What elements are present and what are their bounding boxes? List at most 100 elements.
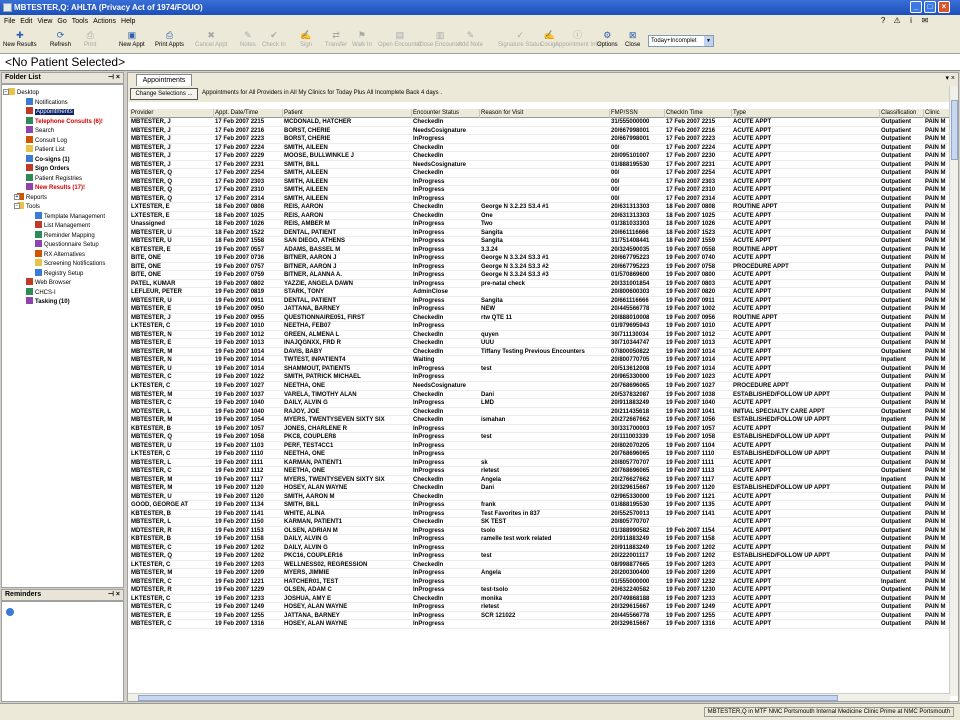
menu-help[interactable]: Help	[121, 18, 135, 25]
table-row[interactable]: MBTESTER, U 18 Feb 2007 1558 SAN DIEGO, AT…	[130, 237, 956, 246]
table-row[interactable]: MBTESTER, C 19 Feb 2007 1249 HOSEY, ALAN W…	[130, 603, 956, 612]
toolbar-sign-button[interactable]: ✍ Sign	[300, 30, 312, 53]
table-row[interactable]: MBTESTER, U 19 Feb 2007 1103 PERF, TEST4CC…	[130, 442, 956, 451]
table-row[interactable]: LEFLEUR, PETER 19 Feb 2007 0819 STARK, TON…	[130, 288, 956, 297]
folder-item-rx-alternatives[interactable]: RX Alternatives	[35, 249, 85, 259]
table-row[interactable]: MBTESTER, M 19 Feb 2007 1209 MYERS, JIMMIE…	[130, 569, 956, 578]
tab-close-icon[interactable]: ▾ ×	[945, 74, 955, 82]
table-row[interactable]: LKTESTER, C 19 Feb 2007 1203 WELLNESS02, R…	[130, 561, 956, 570]
toolbar-refresh-button[interactable]: ⟳ Refresh	[50, 30, 71, 53]
message-icon[interactable]: ✉	[920, 16, 930, 26]
folder-item-tools[interactable]: Tools	[17, 202, 40, 211]
table-row[interactable]: GOOD, GEORGE AT 19 Feb 2007 1134 SMITH, BI…	[130, 501, 956, 510]
table-row[interactable]: KBTESTER, B 19 Feb 2007 1141 WHITE, ALINA I…	[130, 510, 956, 519]
toolbar-signature-status-button[interactable]: ✓ Signature Status	[498, 30, 542, 53]
menu-file[interactable]: File	[4, 18, 15, 25]
table-row[interactable]: MBTESTER, Q 19 Feb 2007 1202 PKC16, COUPLE…	[130, 552, 956, 561]
folder-item-new-results-17[interactable]: New Results (17)!	[26, 183, 85, 192]
column-header-reason-for-visit[interactable]: Reason for Visit	[480, 109, 610, 118]
column-header-patient[interactable]: Patient	[283, 109, 412, 118]
table-row[interactable]: MBTESTER, L 19 Feb 2007 1111 KARMAN, PATIE…	[130, 459, 956, 468]
vertical-scrollbar[interactable]	[949, 86, 958, 696]
close-window-button[interactable]: ×	[938, 1, 950, 13]
table-row[interactable]: LXTESTER, E 18 Feb 2007 1025 REIS, AARON Ch…	[130, 212, 956, 221]
table-row[interactable]: MBTESTER, C 19 Feb 2007 1040 DAILY, ALVIN …	[130, 399, 956, 408]
appointment-filter-select[interactable]: Today+Incomplet ▼	[648, 35, 714, 47]
table-row[interactable]: BITE, ONE 19 Feb 2007 0757 BITNER, AARON J…	[130, 263, 956, 272]
folder-item-screening-notifications[interactable]: Screening Notifications	[35, 259, 105, 268]
folder-item-tasking-10[interactable]: Tasking (10)	[26, 297, 70, 306]
table-row[interactable]: MBTESTER, Q 17 Feb 2007 2314 SMITH, AILEEN…	[130, 195, 956, 204]
tree-expander-icon[interactable]: −	[3, 89, 9, 95]
folder-item-search[interactable]: Search	[26, 126, 54, 135]
table-row[interactable]: BITE, ONE 19 Feb 2007 0736 BITNER, AARON J…	[130, 254, 956, 263]
folder-item-patient-registries[interactable]: Patient Registries	[26, 173, 82, 183]
menu-actions[interactable]: Actions	[93, 18, 116, 25]
table-row[interactable]: Unassigned 18 Feb 2007 1026 REIS, AMBER M I…	[130, 220, 956, 229]
toolbar-appt-info-button[interactable]: ⓘ Appointment Info	[555, 30, 600, 53]
table-row[interactable]: MBTESTER, J 19 Feb 2007 0955 QUESTIONNAIRE…	[130, 314, 956, 323]
folder-item-chcs-i[interactable]: CHCS-I	[26, 287, 56, 297]
menu-view[interactable]: View	[37, 18, 52, 25]
table-row[interactable]: MBTESTER, M 19 Feb 2007 1120 HOSEY, ALAN W…	[130, 484, 956, 493]
table-row[interactable]: PATEL, KUMAR 19 Feb 2007 0802 YAZZIE, ANGE…	[130, 280, 956, 289]
column-header-fmp-ssn[interactable]: FMP/SSN	[610, 109, 665, 118]
folder-item-co-signs-1[interactable]: Co-signs (1)	[26, 154, 70, 164]
column-header-appt-date-time[interactable]: Appt. Date/Time	[214, 109, 283, 118]
info-icon[interactable]: i	[906, 16, 916, 26]
title-bar[interactable]: MBTESTER,Q: AHLTA (Privacy Act of 1974/F…	[0, 0, 960, 15]
folder-item-reports[interactable]: Reports	[17, 192, 47, 202]
folder-item-registry-setup[interactable]: Registry Setup	[35, 268, 83, 278]
table-row[interactable]: LKTESTER, C 19 Feb 2007 1233 JOSHUA, AMY E…	[130, 595, 956, 604]
toolbar-new-appt-button[interactable]: ▣ New Appt	[119, 30, 145, 53]
reminder-globe-icon[interactable]	[6, 608, 14, 616]
folder-item-questionnaire-setup[interactable]: Questionnaire Setup	[35, 240, 99, 249]
table-row[interactable]: MBTESTER, J 17 Feb 2007 2223 BORST, CHERIE…	[130, 135, 956, 144]
menu-tools[interactable]: Tools	[72, 18, 88, 25]
folder-item-template-management[interactable]: Template Management	[35, 211, 105, 221]
table-row[interactable]: KBTESTER, E 19 Feb 2007 0557 ADAMS, BASSEL…	[130, 246, 956, 255]
folder-item-list-management[interactable]: List Management	[35, 221, 90, 230]
toolbar-close-encounter-button[interactable]: ▥ Close Encounter	[418, 30, 462, 53]
table-row[interactable]: MBTESTER, E 19 Feb 2007 0950 JATTANA, BARN…	[130, 305, 956, 314]
toolbar-cancel-appt-button[interactable]: ✖ Cancel Appt	[195, 30, 227, 53]
column-header-encounter-status[interactable]: Encounter Status	[412, 109, 480, 118]
tree-expander-icon[interactable]: +	[14, 193, 20, 200]
toolbar-open-encounter-button[interactable]: ▤ Open Encounter	[378, 30, 422, 53]
table-row[interactable]: MBTESTER, M 19 Feb 2007 1014 DAVIS, BABY Ch…	[130, 348, 956, 357]
table-row[interactable]: MBTESTER, J 17 Feb 2007 2229 MOOSE, BULLWI…	[130, 152, 956, 161]
table-row[interactable]: MBTESTER, J 17 Feb 2007 2224 SMITH, AILEEN…	[130, 144, 956, 153]
toolbar-close-button[interactable]: ⊠ Close	[625, 30, 640, 53]
toolbar-notes-button[interactable]: ✎ Notes	[240, 30, 256, 53]
table-row[interactable]: MDTESTER, R 19 Feb 2007 1153 OLSEN, ADRIAN…	[130, 527, 956, 536]
table-row[interactable]: MBTESTER, J 17 Feb 2007 2215 MCDONALD, HAT…	[130, 118, 956, 127]
table-row[interactable]: MBTESTER, C 19 Feb 2007 1221 HATCHER01, TE…	[130, 578, 956, 587]
folder-item-telephone-consults-6[interactable]: Telephone Consults (6)!	[26, 116, 103, 126]
toolbar-add-note-button[interactable]: ✎ Add Note	[458, 30, 483, 53]
table-row[interactable]: MBTESTER, Q 19 Feb 2007 1058 PKC8, COUPLER…	[130, 433, 956, 442]
column-header-classification[interactable]: Classification	[880, 109, 924, 118]
horizontal-scrollbar[interactable]	[128, 693, 950, 701]
table-row[interactable]: MBTESTER, J 17 Feb 2007 2216 BORST, CHERIE…	[130, 127, 956, 136]
folder-item-reminder-mapping[interactable]: Reminder Mapping	[35, 230, 95, 240]
pin-close-icon[interactable]: ⊣ ×	[108, 590, 120, 600]
table-row[interactable]: MBTESTER, J 17 Feb 2007 2231 SMITH, BILL Ne…	[130, 161, 956, 170]
chevron-down-icon[interactable]: ▼	[704, 36, 713, 46]
table-row[interactable]: MBTESTER, E 19 Feb 2007 1013 INAJQGNXX, FR…	[130, 339, 956, 348]
toolbar-transfer-button[interactable]: ⇄ Transfer	[325, 30, 347, 53]
warning-icon[interactable]: ⚠	[892, 16, 902, 26]
change-selections-button[interactable]: Change Selections ...	[130, 88, 198, 100]
table-row[interactable]: MBTESTER, U 18 Feb 2007 1522 DENTAL, PATIE…	[130, 229, 956, 238]
folder-item-consult-log[interactable]: Consult Log	[26, 135, 67, 145]
table-row[interactable]: MBTESTER, C 19 Feb 2007 1202 DAILY, ALVIN …	[130, 544, 956, 553]
table-row[interactable]: MDTESTER, R 19 Feb 2007 1229 OLSEN, ADAM C…	[130, 586, 956, 595]
table-row[interactable]: MDTESTER, L 19 Feb 2007 1040 RAJOY, JOE Che…	[130, 408, 956, 417]
menu-go[interactable]: Go	[57, 18, 66, 25]
table-row[interactable]: MBTESTER, Q 17 Feb 2007 2310 SMITH, AILEEN…	[130, 186, 956, 195]
table-row[interactable]: MBTESTER, Q 17 Feb 2007 2303 SMITH, AILEEN…	[130, 178, 956, 187]
folder-item-sign-orders[interactable]: Sign Orders	[26, 164, 69, 173]
table-row[interactable]: MBTESTER, U 19 Feb 2007 0911 DENTAL, PATIE…	[130, 297, 956, 306]
table-row[interactable]: LKTESTER, C 19 Feb 2007 1027 NEETHA, ONE Ne…	[130, 382, 956, 391]
table-row[interactable]: BITE, ONE 19 Feb 2007 0759 BITNER, ALANNA …	[130, 271, 956, 280]
folder-item-web-browser[interactable]: Web Browser	[26, 278, 71, 287]
